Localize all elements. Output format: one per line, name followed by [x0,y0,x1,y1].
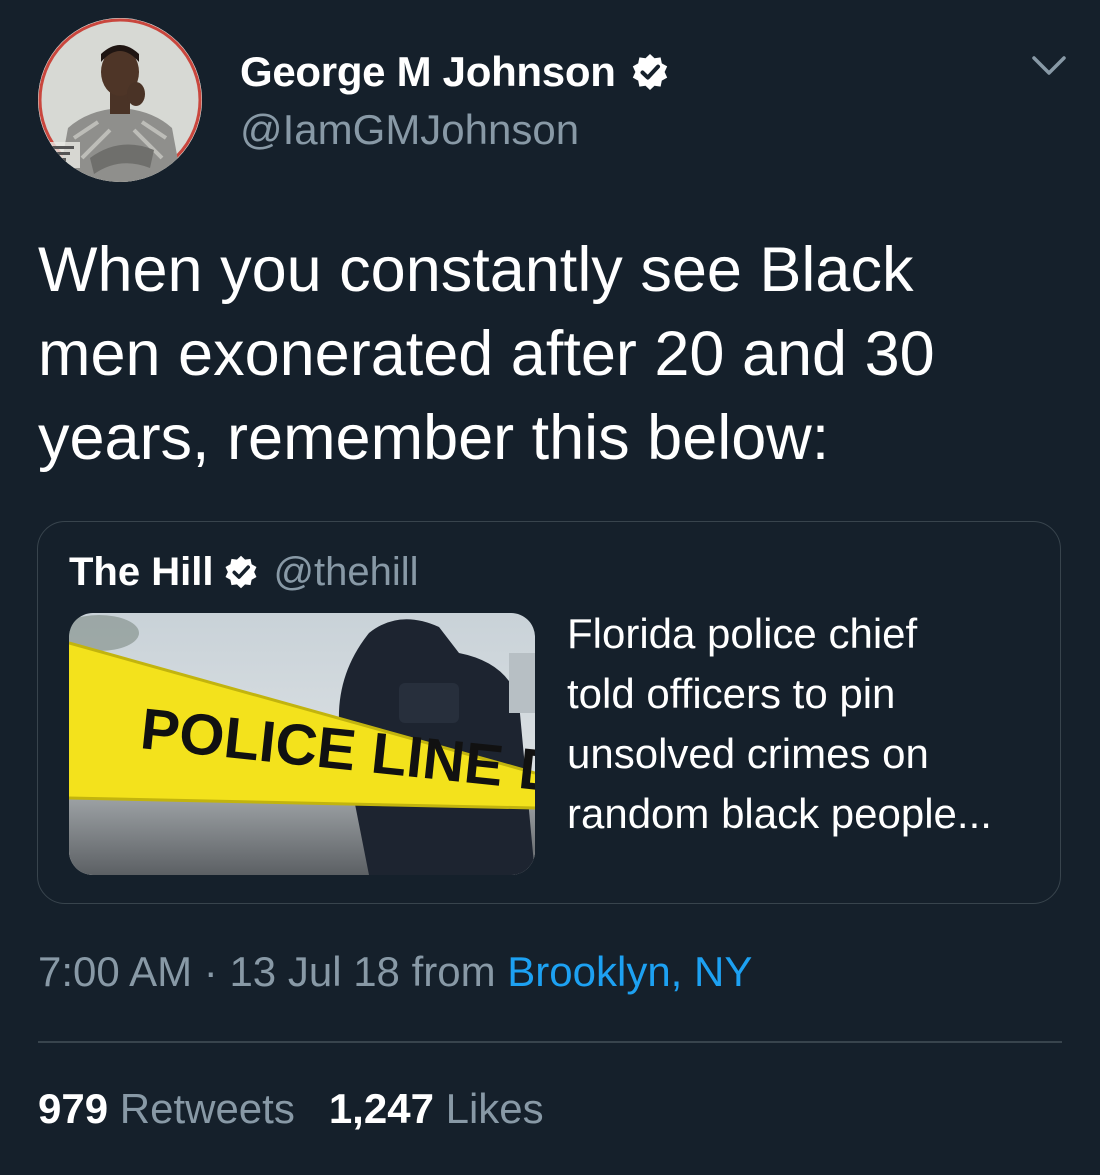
verified-badge-icon [223,554,259,590]
quoted-headline: Florida police chief told officers to pin… [567,604,1037,844]
tweet-stats: 979 Retweets 1,247 Likes [38,1085,544,1133]
tweet-text-line: When you constantly see Black [38,235,914,305]
retweets-stat[interactable]: 979 Retweets [38,1085,295,1132]
author-handle[interactable]: @IamGMJohnson [240,106,579,154]
likes-label: Likes [445,1085,544,1132]
author-display-name[interactable]: George M Johnson [240,48,616,96]
likes-stat[interactable]: 1,247 Likes [329,1085,544,1132]
tweet-header: George M Johnson @IamGMJohnson [38,18,1068,183]
verified-badge-icon [630,52,670,92]
author-name-line[interactable]: George M Johnson [240,44,670,100]
divider [38,1041,1062,1043]
tweet-meta: 7:00 AM · 13 Jul 18 from Brooklyn, NY [38,948,752,996]
avatar-photo [38,18,202,182]
quoted-article-image[interactable]: POLICE LINE DO NOT CROSS [69,613,535,875]
tweet-text: When you constantly see Black men exonera… [38,228,1068,480]
quoted-tweet-card[interactable]: The Hill @thehill POLICE LINE DO Florida… [37,521,1061,904]
tweet-text-line: years, remember this below: [38,403,830,473]
retweets-count: 979 [38,1085,109,1132]
headline-line: random black people... [567,790,992,837]
quoted-handle: @thehill [273,549,419,594]
avatar[interactable] [38,18,202,182]
likes-count: 1,247 [328,1085,434,1132]
headline-line: unsolved crimes on [567,730,929,777]
tweet-date[interactable]: 13 Jul 18 [229,948,399,995]
chevron-down-icon[interactable] [1030,52,1068,80]
from-label: from [411,948,496,995]
tweet-text-line: men exonerated after 20 and 30 [38,319,935,389]
headline-line: told officers to pin [567,670,896,717]
headline-line: Florida police chief [567,610,918,657]
location-link[interactable]: Brooklyn, NY [507,948,752,995]
quoted-author-line: The Hill @thehill [69,548,419,596]
retweets-label: Retweets [119,1085,295,1132]
tweet-time[interactable]: 7:00 AM [38,948,192,995]
quoted-display-name: The Hill [69,549,214,594]
meta-separator: · [203,948,218,995]
